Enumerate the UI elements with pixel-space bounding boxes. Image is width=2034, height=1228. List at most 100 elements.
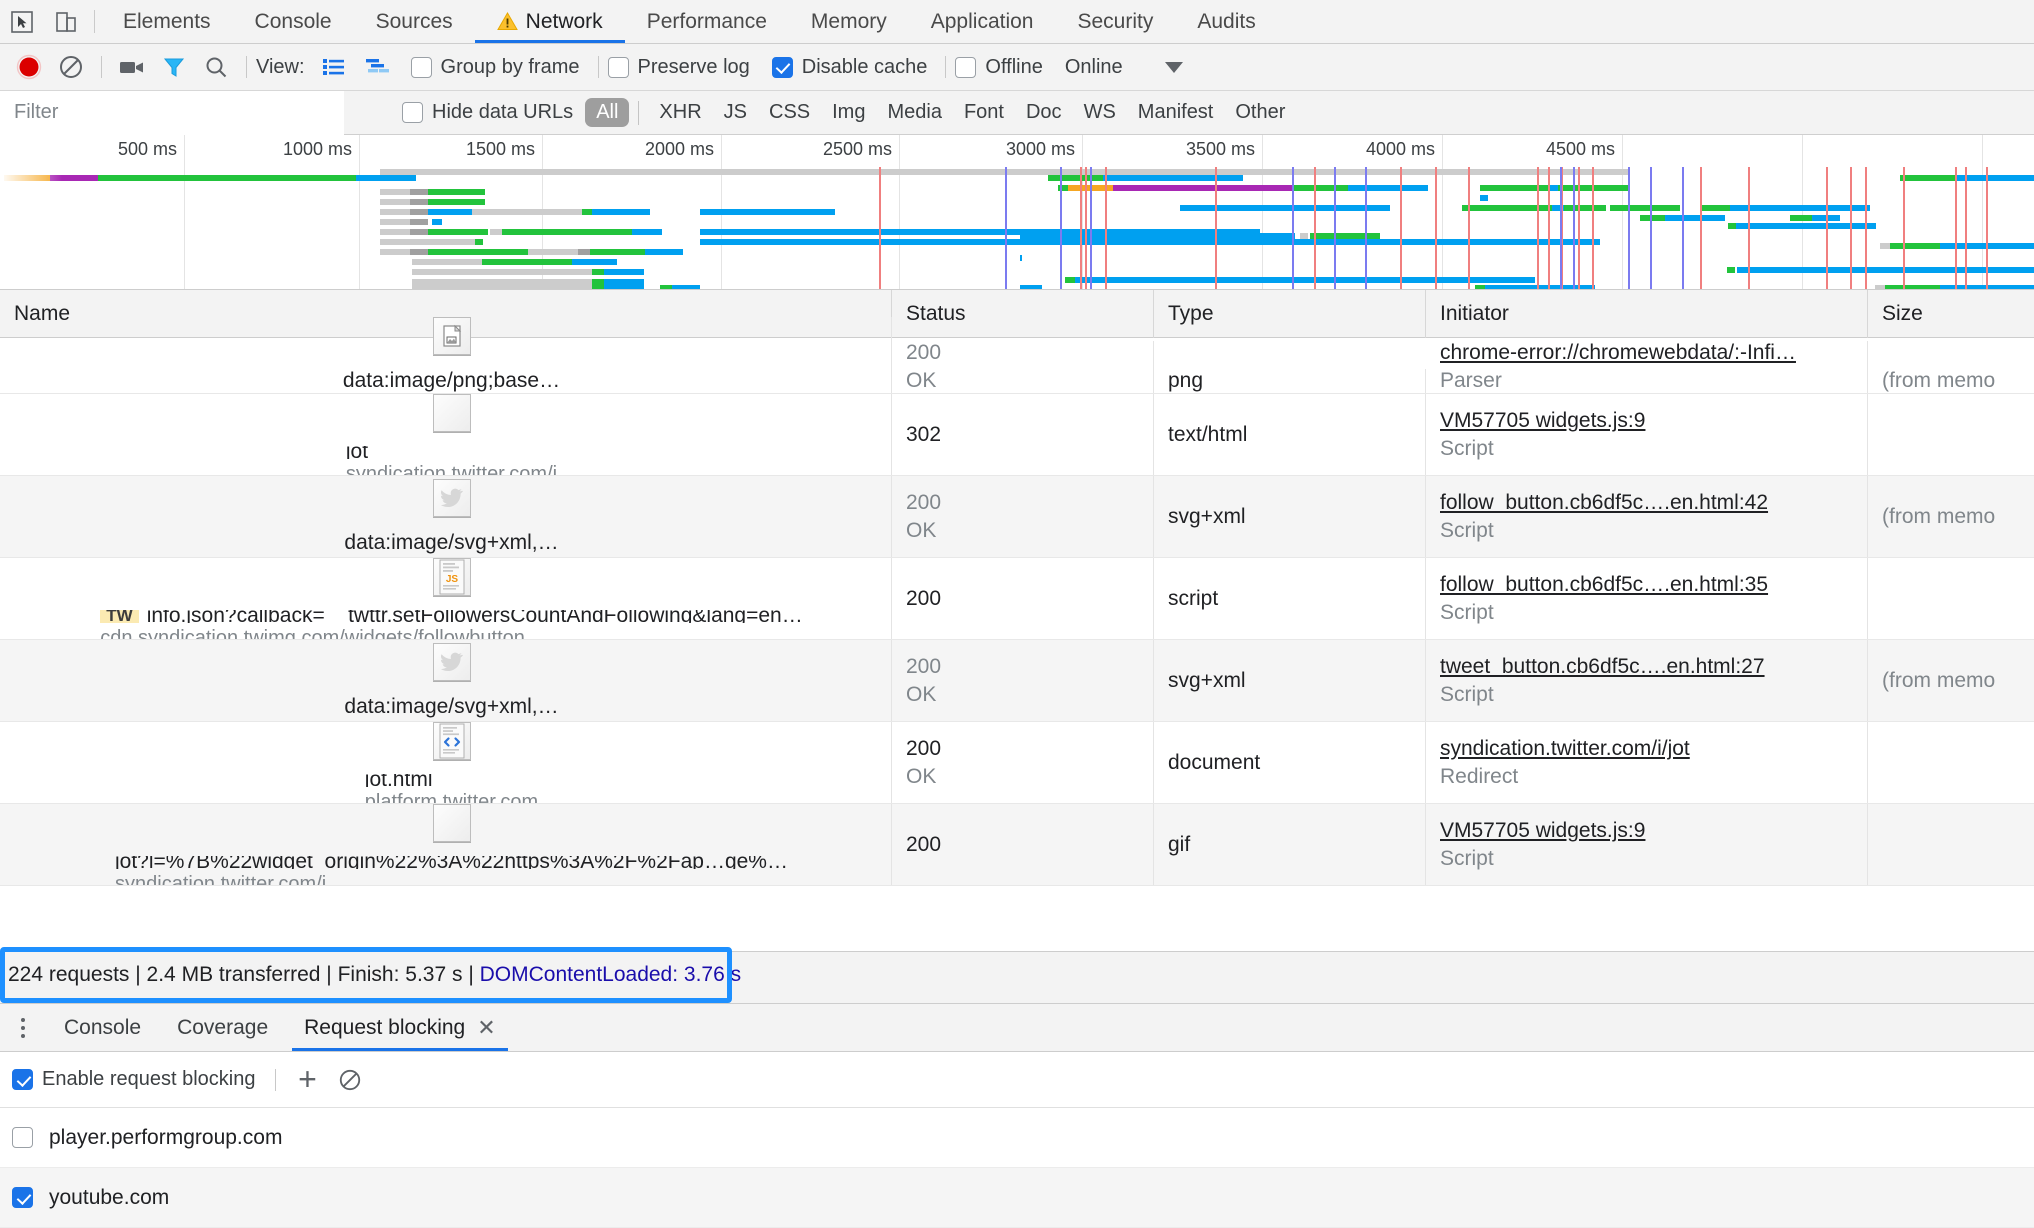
type-filter-xhr[interactable]: XHR: [648, 98, 712, 127]
pattern-enabled-checkbox[interactable]: [12, 1127, 33, 1148]
drawer-tab-coverage[interactable]: Coverage: [159, 1004, 286, 1051]
tab-audits[interactable]: Audits: [1175, 0, 1277, 43]
summary-requests: 224 requests: [8, 963, 130, 986]
network-overview[interactable]: 500 ms 1000 ms 1500 ms 2000 ms 2500 ms 3000 m…: [0, 135, 2034, 290]
funnel-filter-icon[interactable]: [153, 46, 195, 88]
column-header-status[interactable]: Status: [892, 290, 1154, 338]
column-header-initiator[interactable]: Initiator: [1426, 290, 1868, 338]
type-filter-manifest[interactable]: Manifest: [1127, 98, 1225, 127]
tab-network[interactable]: Network: [474, 0, 625, 43]
kebab-menu-icon[interactable]: [0, 1004, 46, 1051]
status-code: 302: [906, 422, 942, 446]
initiator-link[interactable]: syndication.twitter.com/i/jot: [1440, 737, 1867, 761]
list-view-icon[interactable]: [317, 52, 351, 82]
column-header-size[interactable]: Size: [1868, 290, 2034, 338]
tab-performance[interactable]: Performance: [625, 0, 789, 43]
tab-elements-label: Elements: [123, 9, 211, 33]
tab-console[interactable]: Console: [233, 0, 354, 43]
type-filter-img[interactable]: Img: [821, 98, 876, 127]
tab-elements[interactable]: Elements: [101, 0, 233, 43]
overview-bar: [410, 229, 428, 235]
filter-input[interactable]: [0, 90, 344, 135]
domcontentloaded-event-line: [1560, 167, 1562, 289]
clear-prohibited-icon[interactable]: [329, 1059, 371, 1101]
type-filter-font[interactable]: Font: [953, 98, 1015, 127]
offline-label: Offline: [985, 55, 1043, 78]
plus-add-pattern-icon[interactable]: +: [285, 1058, 329, 1102]
overview-bar: [1020, 255, 1022, 261]
magnifier-search-icon[interactable]: [195, 46, 237, 88]
overview-bar: [1480, 185, 1550, 191]
overview-bar: [428, 249, 528, 255]
status-code: 200: [906, 586, 942, 610]
request-name-text: data:image/svg+xml,…: [344, 530, 559, 554]
load-event-line: [1955, 167, 1957, 289]
toolbar-divider: [101, 56, 102, 78]
type-filter-other[interactable]: Other: [1224, 98, 1296, 127]
load-event-line: [1215, 167, 1217, 289]
table-row[interactable]: data:image/png;base… 200 OK png chrome-error…: [0, 317, 2034, 394]
table-row[interactable]: data:image/svg+xml,… 200 OK svg+xml follow_b…: [0, 476, 2034, 558]
tab-sources[interactable]: Sources: [354, 0, 475, 43]
overview-bar: [412, 269, 592, 275]
blocking-pattern-row[interactable]: player.performgroup.com: [0, 1108, 2034, 1168]
type-filter-doc[interactable]: Doc: [1015, 98, 1073, 127]
status-code: 200: [906, 490, 942, 514]
initiator-link[interactable]: follow_button.cb6df5c….en.html:42: [1440, 491, 1867, 515]
initiator-link[interactable]: VM57705 widgets.js:9: [1440, 819, 1867, 843]
waterfall-view-icon[interactable]: [361, 52, 395, 82]
drawer-tab-request-blocking-label: Request blocking: [304, 1015, 466, 1039]
table-row[interactable]: jot.html platform.twitter.com 200 OK documen…: [0, 722, 2034, 804]
filmstrip-camera-icon[interactable]: [111, 46, 153, 88]
cursor-inspect-icon[interactable]: [0, 0, 44, 43]
resource-type: png: [1168, 369, 1204, 392]
overview-bar: [645, 249, 683, 255]
group-by-frame-checkbox[interactable]: Group by frame: [410, 56, 580, 79]
resource-type-filters: All XHR JS CSS Img Media Font Doc WS Man…: [585, 98, 1296, 127]
tab-memory[interactable]: Memory: [789, 0, 909, 43]
table-row[interactable]: JS TW info.json?callback=__twttr.setFollow…: [0, 558, 2034, 640]
initiator-link[interactable]: follow_button.cb6df5c….en.html:35: [1440, 573, 1867, 597]
cell-size: (from memo: [1868, 476, 2034, 557]
domcontentloaded-event-line: [1365, 167, 1367, 289]
pattern-text: youtube.com: [49, 1185, 170, 1209]
hide-data-urls-checkbox[interactable]: Hide data URLs: [402, 101, 573, 124]
initiator-link[interactable]: chrome-error://chromewebdata/:-Infi…: [1440, 341, 1867, 365]
offline-checkbox[interactable]: Offline: [955, 55, 1043, 79]
drawer-tab-request-blocking[interactable]: Request blocking ✕: [286, 1004, 514, 1051]
table-row[interactable]: jot syndication.twitter.com/i 302 text/html…: [0, 394, 2034, 476]
type-filter-media[interactable]: Media: [876, 98, 952, 127]
type-filter-ws[interactable]: WS: [1073, 98, 1127, 127]
column-header-type[interactable]: Type: [1154, 290, 1426, 338]
initiator-link[interactable]: tweet_button.cb6df5c….en.html:27: [1440, 655, 1867, 679]
transfer-size: (from memo: [1882, 504, 1996, 528]
clear-prohibited-icon[interactable]: [50, 46, 92, 88]
tab-application[interactable]: Application: [909, 0, 1056, 43]
type-filter-all[interactable]: All: [585, 98, 630, 127]
throttling-value[interactable]: Online: [1065, 56, 1123, 79]
cell-initiator: tweet_button.cb6df5c….en.html:27 Script: [1426, 640, 1868, 721]
pattern-enabled-checkbox[interactable]: [12, 1187, 33, 1208]
cell-name: JS TW info.json?callback=__twttr.setFollow…: [0, 558, 892, 639]
table-row[interactable]: jot?l=%7B%22widget_origin%22%3A%22https%…: [0, 804, 2034, 886]
load-event-line: [1105, 167, 1107, 289]
twitter-bird-preview-icon: [432, 478, 471, 517]
device-toolbar-icon[interactable]: [44, 0, 88, 43]
table-row[interactable]: data:image/svg+xml,… 200 OK svg+xml tweet_bu…: [0, 640, 2034, 722]
chevron-down-icon[interactable]: [1164, 61, 1183, 73]
drawer-tab-console[interactable]: Console: [46, 1004, 159, 1051]
domcontentloaded-event-line: [1628, 167, 1630, 289]
close-icon[interactable]: ✕: [477, 1016, 495, 1039]
toolbar-divider: [945, 56, 947, 78]
tab-security[interactable]: Security: [1055, 0, 1175, 43]
disable-cache-checkbox[interactable]: Disable cache: [771, 56, 927, 79]
panel-tabs: Elements Console Sources Network Perform…: [101, 0, 1278, 43]
preserve-log-checkbox[interactable]: Preserve log: [607, 56, 750, 79]
type-filter-js[interactable]: JS: [713, 98, 758, 127]
enable-request-blocking-checkbox[interactable]: Enable request blocking: [12, 1068, 255, 1091]
initiator-link[interactable]: VM57705 widgets.js:9: [1440, 409, 1867, 433]
type-filter-css[interactable]: CSS: [758, 98, 821, 127]
blocking-pattern-row[interactable]: youtube.com: [0, 1168, 2034, 1228]
overview-bar: [1075, 277, 1535, 283]
record-circle-icon[interactable]: [8, 46, 50, 88]
